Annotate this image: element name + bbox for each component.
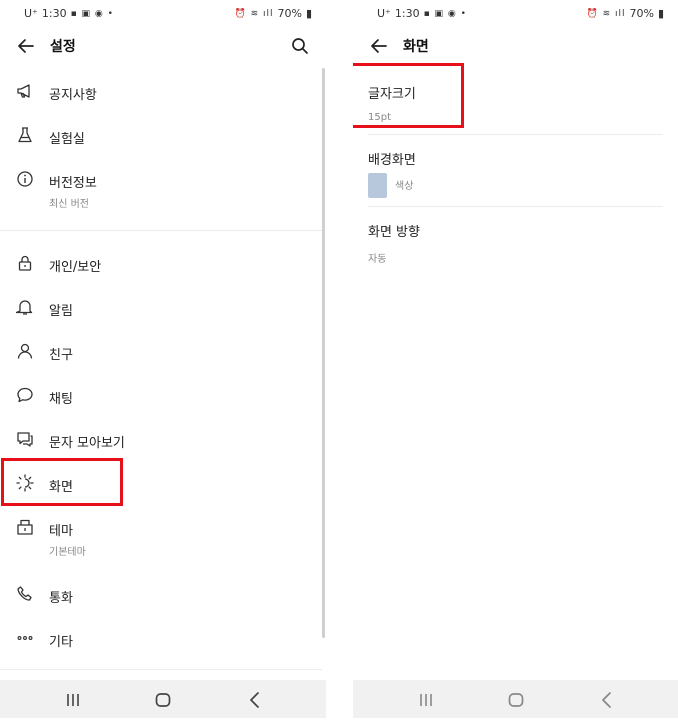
settings-item-label: 개인/보안 [49,260,102,275]
highlight-box-font-size [353,63,464,128]
settings-item-etc[interactable]: 기타 [0,618,322,658]
lock-icon [18,255,32,271]
battery-label: 70% [277,7,302,20]
background-item[interactable]: 배경화면 색상 [368,149,663,201]
settings-item-notice[interactable]: 공지사항 [0,71,322,111]
settings-item-version[interactable]: 버전정보 최신 버전 [0,159,322,215]
display-settings-screen: U⁺ 1:30 ▪ ▣ ◉ • ⏰ ≋ ıll 70% ▮ 화면 글자크기 15… [353,0,678,720]
settings-item-label: 알림 [49,304,73,319]
settings-item-sublabel: 최신 버전 [49,199,89,210]
background-label: 배경화면 [368,153,416,168]
settings-item-notifications[interactable]: 알림 [0,287,322,327]
search-icon[interactable] [290,36,310,56]
message-icon [17,432,33,447]
notification-icons: ▪ ▣ ◉ • [70,8,114,19]
phone-icon [17,586,32,601]
highlight-box-display [1,458,123,506]
notification-icons: ▪ ▣ ◉ • [423,8,467,19]
settings-item-friends[interactable]: 친구 [0,331,322,371]
divider [368,134,663,135]
recent-apps-icon[interactable] [416,690,436,710]
settings-item-label: 공지사항 [49,88,97,103]
back-arrow-icon[interactable] [16,36,36,56]
chat-bubble-icon [17,387,33,403]
status-bar: U⁺ 1:30 ▪ ▣ ◉ • ⏰ ≋ ıll 70% ▮ [0,0,326,28]
settings-item-label: 테마 [49,524,73,539]
person-icon [17,343,33,359]
page-title: 설정 [50,39,76,55]
megaphone-icon [17,84,30,98]
alarm-wifi-signal-icons: ⏰ ≋ ıll [234,8,274,19]
settings-item-privacy[interactable]: 개인/보안 [0,243,322,283]
background-color-swatch [368,173,387,198]
nav-back-icon[interactable] [597,690,617,710]
recent-apps-icon[interactable] [63,690,83,710]
nav-back-icon[interactable] [245,690,265,710]
more-icon [17,636,33,640]
carrier-label: U⁺ [377,7,391,20]
background-value: 색상 [395,181,414,192]
home-icon[interactable] [506,690,526,710]
divider [368,206,663,207]
settings-item-label: 문자 모아보기 [49,436,125,451]
battery-icon: ▮ [657,7,664,20]
back-arrow-icon[interactable] [369,36,389,56]
theme-icon [17,519,33,535]
settings-screen: U⁺ 1:30 ▪ ▣ ◉ • ⏰ ≋ ıll 70% ▮ 설정 공지사항 실험… [0,0,326,720]
settings-item-lab[interactable]: 실험실 [0,115,322,155]
time-label: 1:30 [394,7,420,20]
info-icon [17,171,33,187]
settings-item-label: 버전정보 [49,176,97,191]
orientation-item[interactable]: 화면 방향 자동 [368,221,663,265]
alarm-wifi-signal-icons: ⏰ ≋ ıll [586,8,626,19]
nav-bar [353,680,678,718]
settings-item-sms[interactable]: 문자 모아보기 [0,419,322,459]
settings-item-label: 통화 [49,591,73,606]
carrier-label: U⁺ [24,7,38,20]
section-divider [0,230,322,231]
orientation-label: 화면 방향 [368,225,420,240]
nav-bar [0,680,326,718]
orientation-value: 자동 [368,254,387,265]
app-bar: 설정 [0,28,326,64]
battery-icon: ▮ [305,7,312,20]
scrollbar[interactable] [322,68,325,638]
status-bar: U⁺ 1:30 ▪ ▣ ◉ • ⏰ ≋ ıll 70% ▮ [353,0,678,28]
settings-item-label: 기타 [49,635,73,650]
settings-item-chat[interactable]: 채팅 [0,375,322,415]
settings-item-label: 채팅 [49,392,73,407]
battery-label: 70% [629,7,654,20]
app-bar: 화면 [353,28,678,64]
time-label: 1:30 [41,7,67,20]
settings-item-theme[interactable]: 테마 기본테마 [0,507,322,563]
home-icon[interactable] [153,690,173,710]
page-title: 화면 [403,39,429,55]
bell-icon [16,300,33,315]
settings-item-call[interactable]: 통화 [0,574,322,614]
settings-item-sublabel: 기본테마 [49,547,86,558]
list-bottom-divider [0,669,322,670]
flask-icon [18,127,32,143]
settings-item-label: 친구 [49,348,73,363]
settings-item-label: 실험실 [49,132,85,147]
